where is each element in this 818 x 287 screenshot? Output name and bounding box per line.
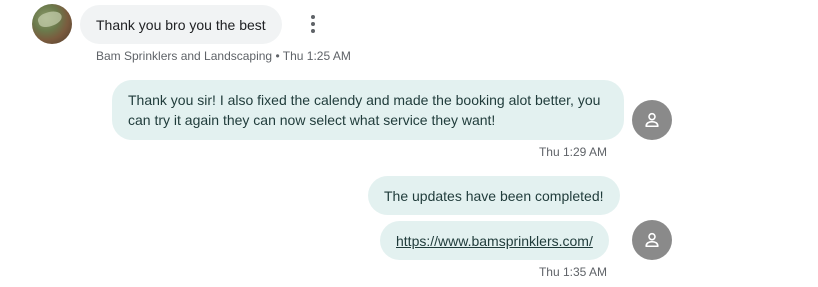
person-icon — [645, 112, 659, 128]
outgoing-message[interactable]: The updates have been completed! — [368, 176, 620, 215]
incoming-message[interactable]: Thank you bro you the best — [80, 5, 282, 44]
website-link[interactable]: https://www.bamsprinklers.com/ — [396, 233, 593, 249]
sender-avatar[interactable] — [32, 4, 72, 44]
outgoing-timestamp: Thu 1:35 AM — [538, 265, 607, 279]
user-avatar — [632, 220, 672, 260]
outgoing-message-text: Thank you sir! I also fixed the calendy … — [128, 92, 601, 128]
meta-separator: • — [275, 49, 280, 63]
outgoing-timestamp: Thu 1:29 AM — [538, 145, 607, 159]
user-avatar — [632, 100, 672, 140]
incoming-message-text: Thank you bro you the best — [96, 17, 266, 33]
more-vert-icon — [311, 15, 315, 19]
outgoing-link-message[interactable]: https://www.bamsprinklers.com/ — [380, 221, 609, 260]
outgoing-message[interactable]: Thank you sir! I also fixed the calendy … — [112, 80, 624, 140]
more-options-button[interactable] — [301, 12, 325, 36]
incoming-timestamp: Thu 1:25 AM — [282, 49, 351, 63]
outgoing-message-text: The updates have been completed! — [384, 188, 604, 204]
sender-name: Bam Sprinklers and Landscaping — [96, 49, 273, 63]
person-icon — [645, 232, 659, 248]
incoming-message-meta: Bam Sprinklers and Landscaping • Thu 1:2… — [96, 49, 351, 63]
